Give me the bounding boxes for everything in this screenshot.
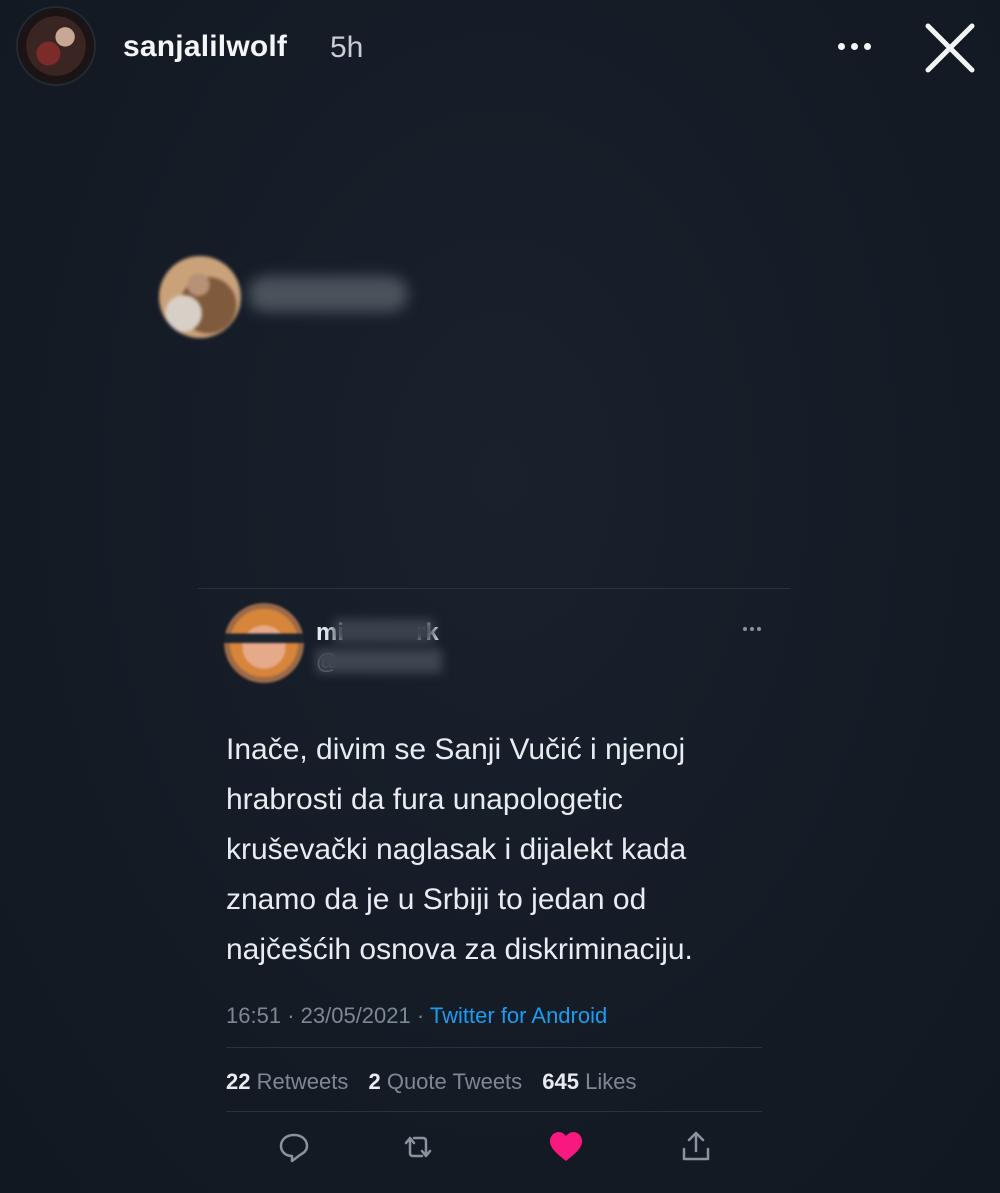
tweet-date: 23/05/2021 <box>300 1003 411 1028</box>
tweet-stats: 22 Retweets 2 Quote Tweets 645 Likes <box>226 1069 651 1095</box>
tweet-actions <box>262 1127 742 1167</box>
instagram-story: sanjalilwolf 5h mirk @ Inače, divim se S… <box>0 0 1000 1193</box>
tweet-author-name-blur <box>334 619 434 643</box>
tweet-meta-separator: · <box>416 1003 425 1028</box>
tweet-author-handle-blur <box>316 649 442 673</box>
retweets-stat[interactable]: 22 Retweets <box>226 1069 348 1094</box>
story-avatar[interactable] <box>18 8 94 84</box>
tweet-text: Inače, divim se Sanji Vučić i njenoj hra… <box>226 733 693 966</box>
retweet-icon[interactable] <box>398 1127 438 1167</box>
reply-author-avatar-blurred <box>159 256 241 338</box>
tweet-more-icon[interactable] <box>734 617 770 641</box>
share-icon[interactable] <box>676 1127 716 1167</box>
reply-author-name-blurred <box>248 276 408 312</box>
story-header: sanjalilwolf 5h <box>0 0 1000 100</box>
close-icon[interactable] <box>920 18 980 78</box>
reply-icon[interactable] <box>274 1127 314 1167</box>
tweet-meta-separator: · <box>287 1003 295 1028</box>
tweet-metadata: 16:51 · 23/05/2021 · Twitter for Android <box>226 1003 607 1029</box>
tweet-card: mirk @ Inače, divim se Sanji Vučić i nje… <box>198 588 790 1189</box>
story-username[interactable]: sanjalilwolf <box>123 30 287 64</box>
likes-stat[interactable]: 645 Likes <box>542 1069 636 1094</box>
tweet-time: 16:51 <box>226 1003 282 1028</box>
heart-icon[interactable] <box>546 1127 586 1167</box>
divider <box>226 1111 762 1112</box>
more-options-icon[interactable] <box>826 26 882 66</box>
quote-tweets-stat[interactable]: 2 Quote Tweets <box>368 1069 522 1094</box>
divider <box>226 1047 762 1048</box>
tweet-author-avatar[interactable] <box>224 603 304 683</box>
story-timestamp: 5h <box>330 31 364 64</box>
tweet-source-link[interactable]: Twitter for Android <box>430 1003 607 1028</box>
